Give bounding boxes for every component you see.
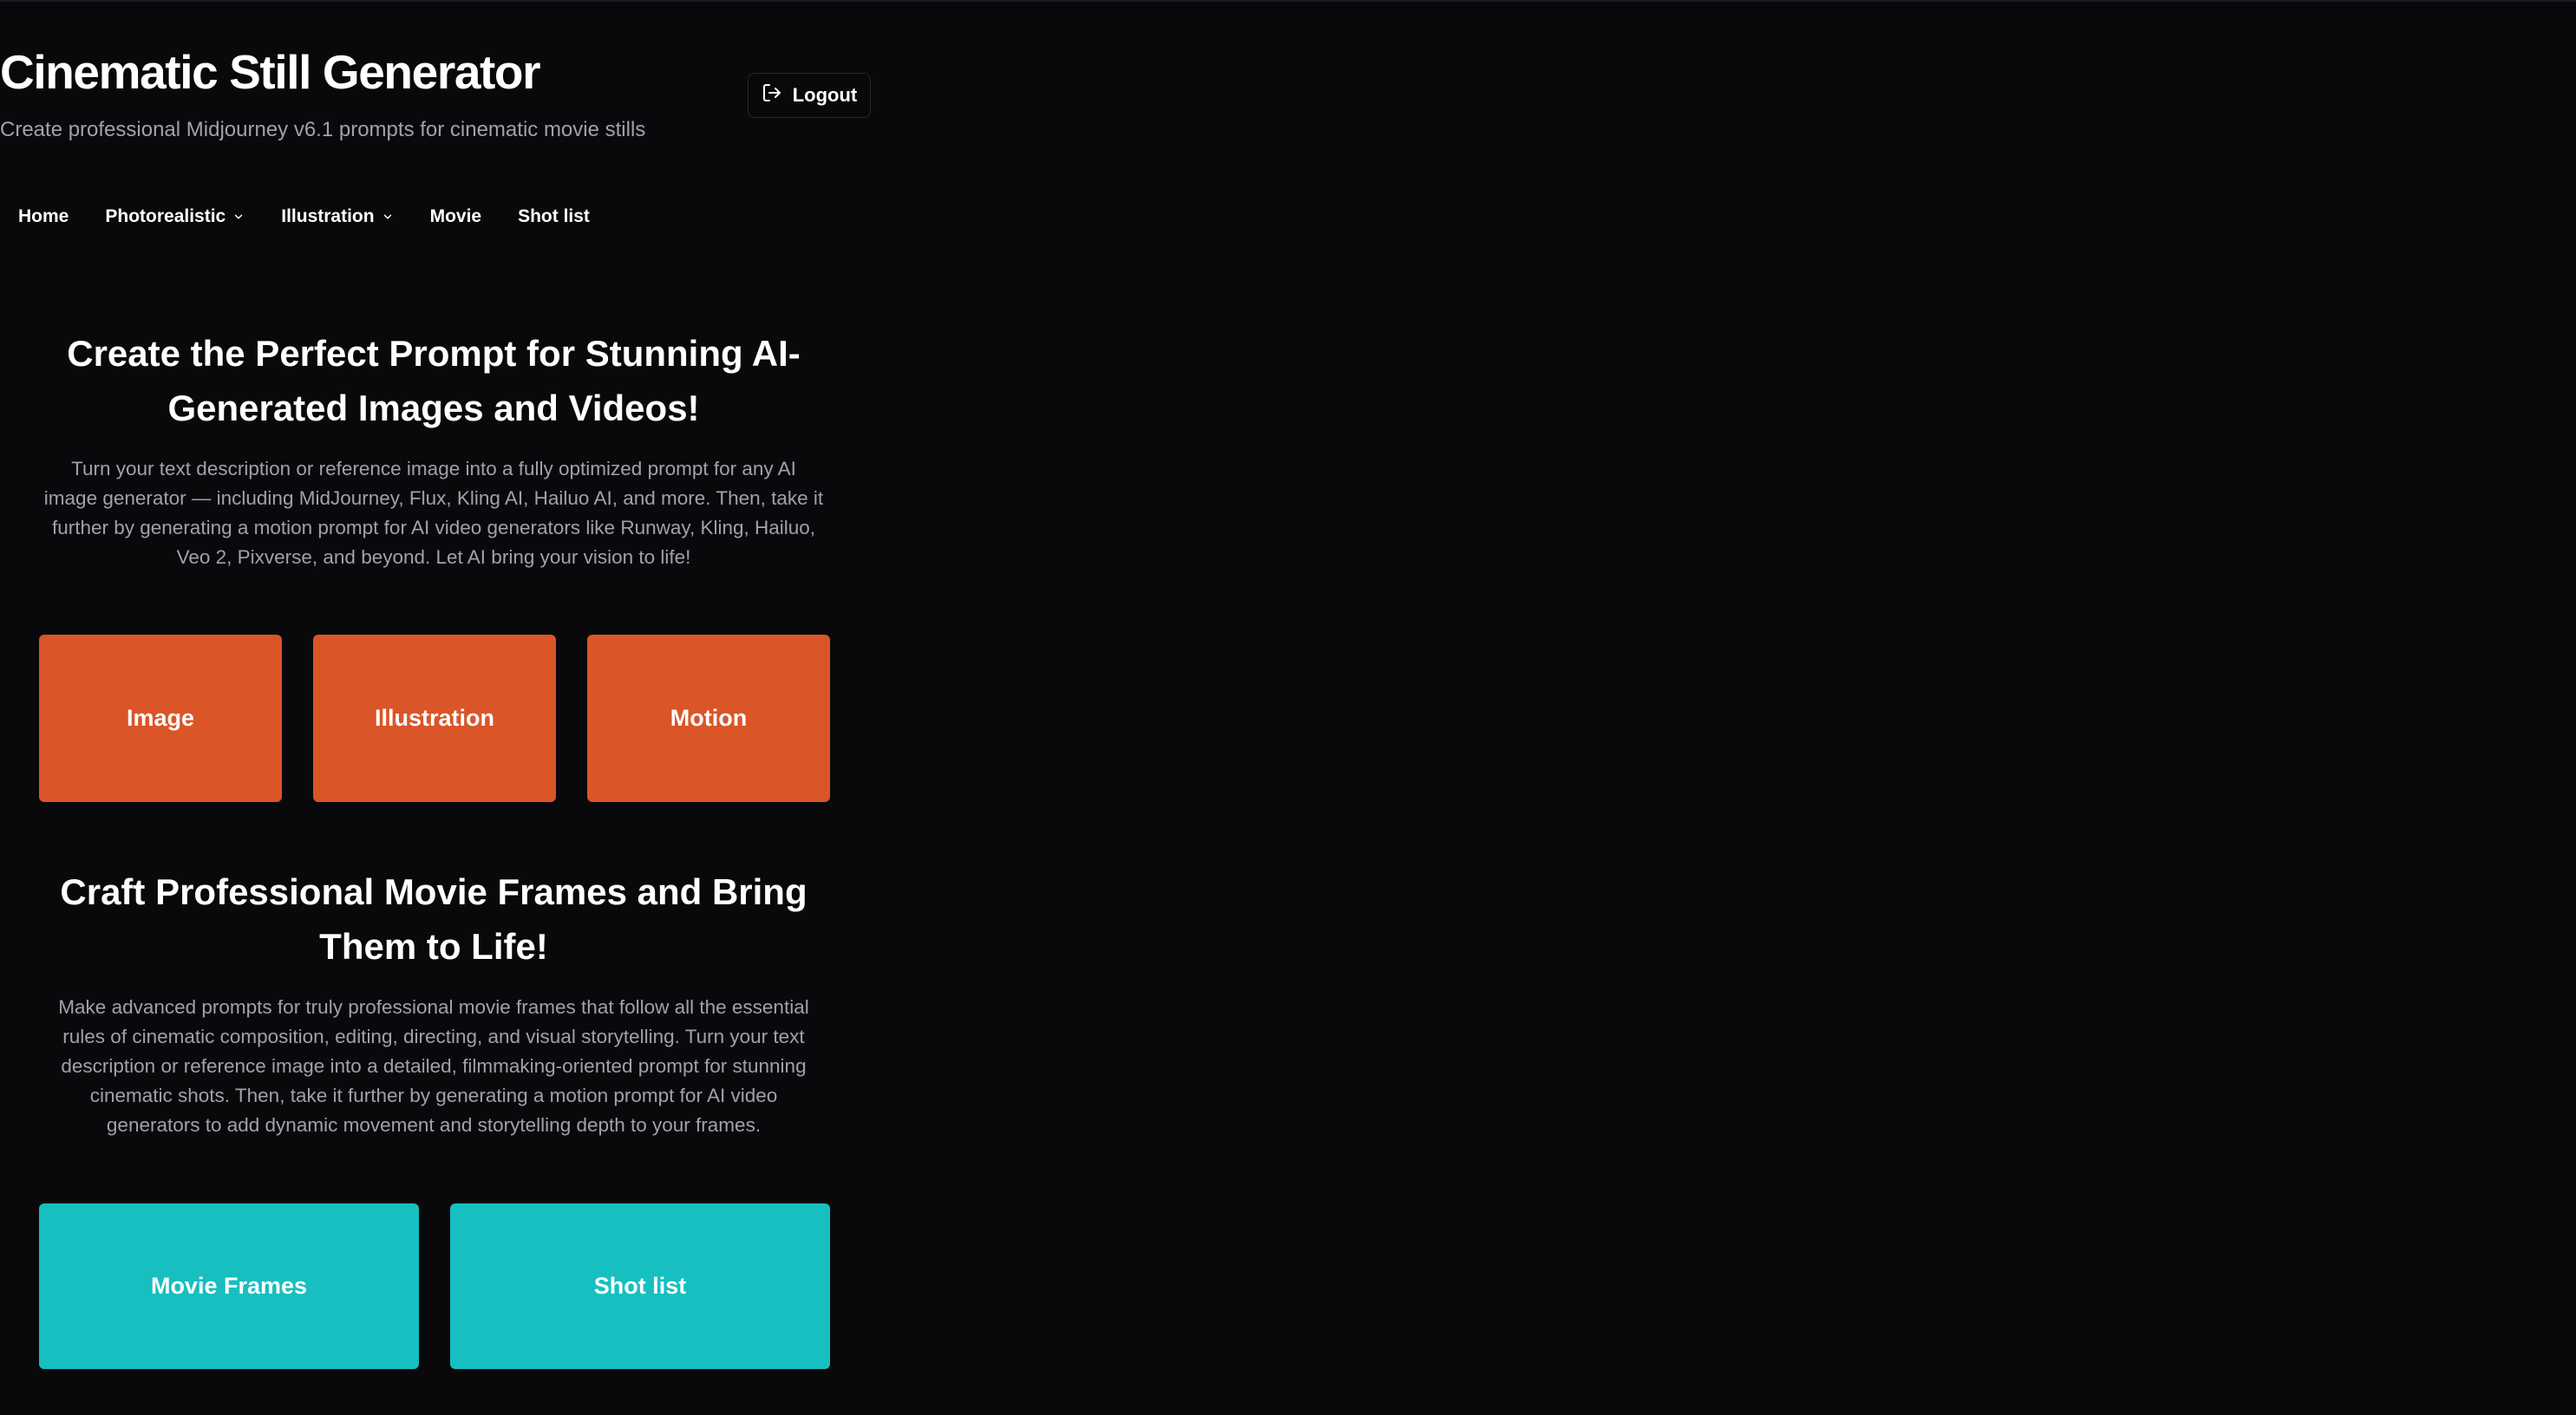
movie-section-description: Make advanced prompts for truly professi…	[58, 996, 809, 1136]
nav-item-shot-list[interactable]: Shot list	[500, 196, 608, 238]
chevron-down-icon	[383, 214, 391, 219]
nav-item-label: Movie	[429, 206, 482, 226]
nav-item-home[interactable]: Home	[0, 196, 87, 238]
page: Cinematic Still Generator Create profess…	[0, 0, 2576, 1415]
nav-item-label: Illustration	[281, 206, 375, 226]
movie-section: Craft Professional Movie Frames and Brin…	[0, 864, 867, 1140]
images-section-heading: Create the Perfect Prompt for Stunning A…	[67, 333, 801, 428]
nav-item-movie[interactable]: Movie	[412, 196, 500, 238]
illustration-tile-button[interactable]: Illustration	[313, 635, 556, 802]
movie-section-heading: Craft Professional Movie Frames and Brin…	[60, 871, 807, 967]
nav-item-label: Shot list	[518, 206, 590, 226]
motion-tile-button[interactable]: Motion	[587, 635, 830, 802]
logout-button[interactable]: Logout	[748, 73, 871, 118]
logout-icon	[762, 82, 782, 108]
chevron-down-icon	[235, 214, 243, 219]
images-section-description: Turn your text description or reference …	[43, 458, 824, 568]
shot-list-tile-button[interactable]: Shot list	[450, 1203, 830, 1369]
image-tile-button[interactable]: Image	[39, 635, 282, 802]
movie-frames-tile-button[interactable]: Movie Frames	[39, 1203, 419, 1369]
nav-item-label: Photorealistic	[105, 206, 226, 226]
app-title: Cinematic Still Generator	[0, 45, 541, 99]
images-section: Create the Perfect Prompt for Stunning A…	[0, 326, 867, 572]
app-subtitle: Create professional Midjourney v6.1 prom…	[0, 118, 646, 141]
nav-item-label: Home	[18, 206, 69, 226]
nav-item-illustration[interactable]: Illustration	[263, 196, 411, 238]
logout-label: Logout	[792, 84, 858, 106]
nav-item-photorealistic[interactable]: Photorealistic	[87, 196, 263, 238]
main-nav: Home Photorealistic Illustration Movie S…	[0, 196, 608, 238]
